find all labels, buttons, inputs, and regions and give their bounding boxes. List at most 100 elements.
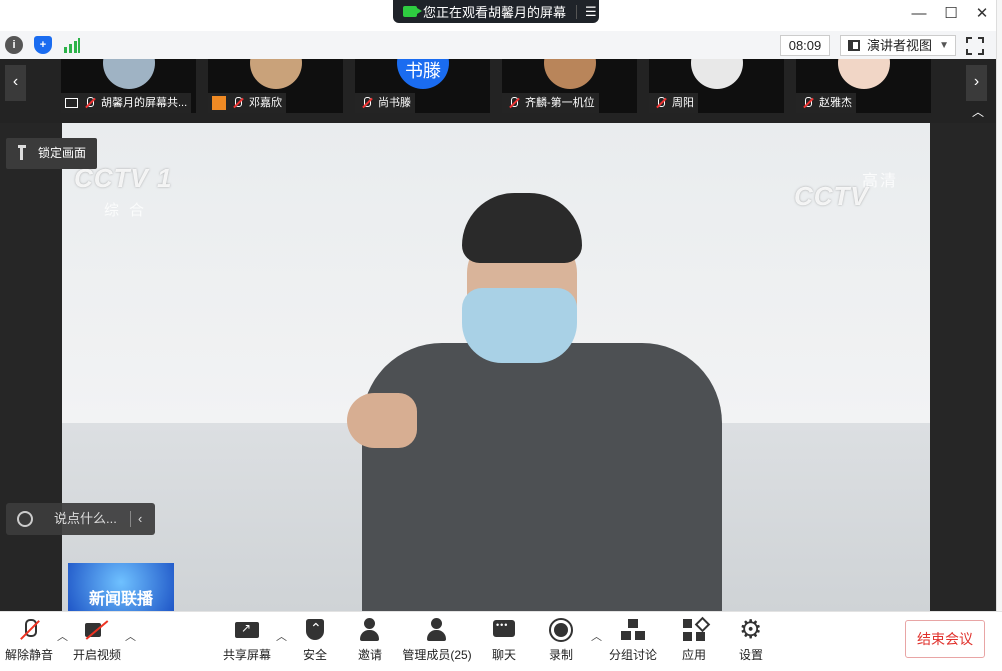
participant-tile[interactable]: 周阳 bbox=[649, 59, 784, 113]
screen-share-icon bbox=[65, 98, 78, 108]
user-badge-icon bbox=[212, 96, 226, 110]
unmute-button[interactable]: 解除静音 bbox=[4, 618, 54, 666]
chevron-up-icon[interactable]: ︿ bbox=[966, 103, 990, 121]
channel-name: 综合 bbox=[104, 202, 155, 219]
participant-label: 尚书滕 bbox=[355, 93, 415, 113]
cctv-text: CCTV bbox=[794, 181, 869, 211]
chat-button[interactable]: 聊天 bbox=[488, 618, 520, 666]
meeting-info-bar: i + 08:09 演讲者视图 ▼ bbox=[0, 31, 996, 59]
signal-icon[interactable] bbox=[63, 36, 81, 54]
chat-divider bbox=[130, 511, 131, 527]
chat-label: 聊天 bbox=[491, 648, 516, 662]
apps-label: 应用 bbox=[681, 648, 706, 662]
record-label: 录制 bbox=[548, 648, 573, 662]
banner-divider bbox=[576, 4, 578, 19]
avatar bbox=[250, 59, 302, 89]
manage-members-button[interactable]: 管理成员(25) bbox=[402, 618, 472, 666]
mic-muted-icon bbox=[802, 97, 814, 109]
end-meeting-button[interactable]: 结束会议 bbox=[905, 620, 985, 658]
chat-icon bbox=[492, 618, 516, 642]
close-button[interactable]: ✕ bbox=[971, 4, 993, 24]
quick-chat-input[interactable]: 说点什么... ‹ bbox=[6, 503, 155, 535]
fullscreen-icon[interactable] bbox=[966, 37, 984, 55]
chevron-up-icon[interactable]: ︿ bbox=[125, 628, 136, 644]
figure-mask bbox=[462, 288, 577, 363]
gear-icon bbox=[739, 614, 763, 644]
avatar bbox=[103, 59, 155, 89]
shield-icon[interactable]: + bbox=[34, 36, 52, 54]
participant-name: 齐麟-第一机位 bbox=[525, 97, 595, 109]
chevron-up-icon[interactable]: ︿ bbox=[591, 628, 602, 644]
add-user-icon bbox=[358, 618, 382, 642]
participant-label: 邓嘉欣 bbox=[208, 93, 286, 113]
view-mode-label: 演讲者视图 bbox=[867, 38, 933, 53]
avatar bbox=[544, 59, 596, 89]
manage-members-label: 管理成员(25) bbox=[402, 648, 472, 662]
share-screen-button[interactable]: 共享屏幕 bbox=[222, 618, 272, 666]
participant-tile[interactable]: 齐麟-第一机位 bbox=[502, 59, 637, 113]
participant-name: 周阳 bbox=[672, 97, 694, 109]
start-video-button[interactable]: 开启视频 bbox=[70, 618, 124, 666]
settings-label: 设置 bbox=[738, 648, 763, 662]
info-icon[interactable]: i bbox=[5, 36, 23, 54]
speaker-view-icon bbox=[848, 40, 860, 51]
chevron-up-icon[interactable]: ︿ bbox=[57, 628, 68, 644]
title-bar: 您正在观看胡馨月的屏幕 ☰ — ☐ ✕ bbox=[0, 0, 1002, 30]
share-screen-label: 共享屏幕 bbox=[222, 648, 271, 662]
channel-number: 1 bbox=[157, 163, 173, 193]
maximize-button[interactable]: ☐ bbox=[940, 4, 962, 24]
cctv-watermark-right: CCTV bbox=[794, 181, 869, 212]
news-logo: 新闻联播 bbox=[68, 563, 174, 611]
participant-tile[interactable]: 书滕 尚书滕 bbox=[355, 59, 490, 113]
chevron-left-icon[interactable]: ‹ bbox=[5, 65, 26, 101]
mic-muted-icon bbox=[232, 97, 244, 109]
chevron-up-icon[interactable]: ︿ bbox=[276, 628, 287, 644]
participant-name: 尚书滕 bbox=[378, 97, 411, 109]
members-icon bbox=[425, 618, 449, 642]
shield-icon bbox=[303, 618, 327, 642]
participant-tile[interactable]: 胡馨月的屏幕共... bbox=[61, 59, 196, 113]
video-off-icon bbox=[85, 618, 109, 642]
shared-screen-video: CCTV 1 综合 CCTV 高清 新闻联播 bbox=[62, 123, 930, 611]
minimize-button[interactable]: — bbox=[908, 4, 930, 24]
meeting-toolbar: 解除静音 ︿ 开启视频 ︿ 共享屏幕 ︿ 安全 邀请 管理成员(25) 聊天 录… bbox=[0, 611, 1002, 671]
breakout-rooms-label: 分组讨论 bbox=[608, 648, 657, 662]
avatar: 书滕 bbox=[397, 59, 449, 89]
menu-lines-icon[interactable]: ☰ bbox=[585, 4, 597, 20]
emoji-icon[interactable] bbox=[17, 511, 33, 527]
security-button[interactable]: 安全 bbox=[297, 618, 333, 666]
participant-tile[interactable]: 赵雅杰 bbox=[796, 59, 931, 113]
avatar bbox=[691, 59, 743, 89]
share-banner-text: 您正在观看胡馨月的屏幕 bbox=[423, 5, 567, 20]
figure-hair bbox=[462, 193, 582, 263]
video-camera-icon bbox=[403, 6, 422, 17]
participant-label: 齐麟-第一机位 bbox=[502, 93, 599, 113]
figure-hand bbox=[347, 393, 417, 448]
chevron-left-icon[interactable]: ‹ bbox=[138, 503, 142, 535]
hd-watermark: 高清 bbox=[862, 173, 899, 190]
chevron-right-icon[interactable]: › bbox=[966, 65, 987, 101]
figure-body bbox=[362, 343, 722, 611]
settings-button[interactable]: 设置 bbox=[735, 614, 767, 666]
lock-view-button[interactable]: 锁定画面 bbox=[6, 138, 97, 169]
view-mode-dropdown[interactable]: 演讲者视图 ▼ bbox=[840, 35, 956, 56]
participant-name: 胡馨月的屏幕共... bbox=[101, 97, 188, 109]
mic-muted-icon bbox=[17, 618, 41, 642]
start-video-label: 开启视频 bbox=[72, 648, 121, 662]
participant-tile[interactable]: 邓嘉欣 bbox=[208, 59, 343, 113]
breakout-rooms-icon bbox=[621, 618, 645, 642]
unmute-label: 解除静音 bbox=[4, 648, 53, 662]
speaker-figure bbox=[302, 193, 722, 611]
chevron-down-icon: ▼ bbox=[939, 40, 949, 51]
mic-muted-icon bbox=[508, 97, 520, 109]
breakout-rooms-button[interactable]: 分组讨论 bbox=[608, 618, 658, 666]
mic-muted-icon bbox=[84, 97, 96, 109]
chat-placeholder: 说点什么... bbox=[54, 511, 117, 526]
participant-label: 周阳 bbox=[649, 93, 698, 113]
invite-label: 邀请 bbox=[357, 648, 382, 662]
apps-button[interactable]: 应用 bbox=[678, 618, 710, 666]
screen-share-banner[interactable]: 您正在观看胡馨月的屏幕 ☰ bbox=[393, 0, 599, 23]
invite-button[interactable]: 邀请 bbox=[352, 618, 388, 666]
participant-name: 赵雅杰 bbox=[819, 97, 852, 109]
record-button[interactable]: 录制 bbox=[545, 618, 577, 666]
